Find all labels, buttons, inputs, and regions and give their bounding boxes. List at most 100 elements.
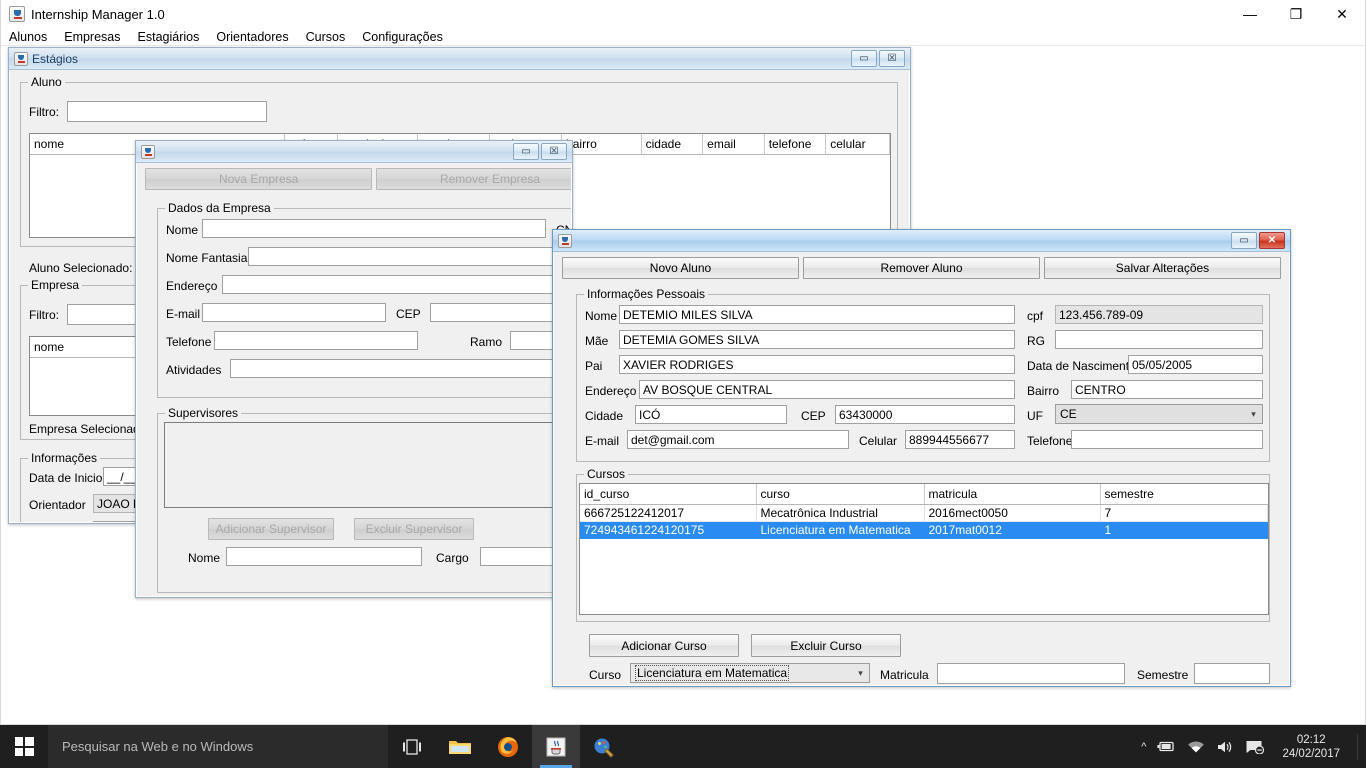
empresa-close-button[interactable]: ☒: [541, 143, 567, 160]
data-inicio-label: Data de Inicio: [29, 471, 103, 485]
empresa-cep-input[interactable]: [430, 303, 571, 322]
empresa-window[interactable]: ▭ ☒ Nova Empresa Remover Empresa Salvar …: [135, 140, 573, 598]
estagios-restore-button[interactable]: ▭: [851, 50, 877, 67]
empresa-nome-fantasia-input[interactable]: [248, 247, 571, 266]
close-button[interactable]: ✕: [1319, 0, 1365, 28]
aluno-bairro-label: Bairro: [1027, 384, 1060, 398]
aluno-nome-input[interactable]: DETEMIO MILES SILVA: [619, 305, 1015, 324]
semestre-input[interactable]: [1194, 663, 1270, 684]
aluno-filtro-input[interactable]: [67, 101, 267, 122]
aluno-celular-input[interactable]: 889944556677: [905, 430, 1015, 449]
firefox-icon[interactable]: [484, 725, 532, 768]
aluno-uf-select[interactable]: CE ▾: [1055, 404, 1263, 424]
aluno-col-bairro[interactable]: bairro: [561, 134, 642, 155]
empresa-atividades-input[interactable]: [230, 359, 571, 378]
aluno-email-input[interactable]: det@gmail.com: [627, 430, 849, 449]
cursos-col-matricula[interactable]: matricula: [924, 484, 1101, 505]
curso-select[interactable]: Licenciatura em Matematica ▾: [630, 663, 870, 683]
paint-icon[interactable]: [580, 725, 628, 768]
wifi-icon[interactable]: [1187, 740, 1205, 754]
task-view-icon[interactable]: [388, 725, 436, 768]
folder-glyph: [449, 740, 471, 754]
start-button[interactable]: [0, 725, 48, 768]
cursos-col-id[interactable]: id_curso: [580, 484, 757, 505]
aluno-col-celular[interactable]: celular: [825, 134, 890, 155]
aluno-uf-label: UF: [1027, 409, 1043, 423]
matricula-input[interactable]: [937, 663, 1125, 684]
aluno-uf-value: CE: [1060, 407, 1077, 421]
show-hidden-icons-chevron[interactable]: ^: [1141, 741, 1146, 753]
menu-item-orientadores[interactable]: Orientadores: [214, 29, 290, 45]
informacoes-group-title: Informações: [28, 451, 101, 465]
remover-empresa-button[interactable]: Remover Empresa: [376, 168, 571, 190]
empresa-telefone-input[interactable]: [214, 331, 418, 350]
minimize-button[interactable]: —: [1227, 0, 1273, 28]
aluno-cep-input[interactable]: 63430000: [835, 405, 1015, 424]
aluno-title-bar[interactable]: ▭ ✕: [553, 230, 1290, 252]
excluir-curso-button[interactable]: Excluir Curso: [751, 634, 901, 657]
aluno-close-button[interactable]: ✕: [1259, 232, 1285, 249]
supervisores-list[interactable]: [164, 422, 571, 508]
battery-icon[interactable]: [1157, 740, 1176, 753]
aluno-telefone-input[interactable]: [1071, 430, 1263, 449]
main-application-window: Internship Manager 1.0 — ❐ ✕ Alunos Empr…: [0, 0, 1366, 725]
estagios-title-bar[interactable]: Estágios ▭ ☒: [9, 48, 910, 70]
remover-aluno-button[interactable]: Remover Aluno: [803, 257, 1040, 279]
aluno-endereco-input[interactable]: AV BOSQUE CENTRAL: [639, 380, 1015, 399]
windows-logo-icon: [14, 737, 34, 756]
menu-item-configuracoes[interactable]: Configurações: [360, 29, 445, 45]
matricula-label: Matricula: [880, 668, 929, 682]
menu-item-empresas[interactable]: Empresas: [62, 29, 122, 45]
nova-empresa-button[interactable]: Nova Empresa: [145, 168, 373, 190]
aluno-col-email[interactable]: email: [702, 134, 765, 155]
aluno-window[interactable]: ▭ ✕ Novo Aluno Remover Aluno Salvar Alte…: [552, 229, 1291, 687]
adicionar-curso-button[interactable]: Adicionar Curso: [589, 634, 739, 657]
cursos-table[interactable]: id_curso curso matricula semestre 666725…: [579, 483, 1269, 615]
supervisor-nome-input[interactable]: [226, 547, 422, 566]
excluir-supervisor-button[interactable]: Excluir Supervisor: [354, 518, 474, 540]
aluno-col-telefone[interactable]: telefone: [764, 134, 827, 155]
window-controls: — ❐ ✕: [1227, 0, 1365, 28]
empresa-ramo-label: Ramo: [470, 335, 503, 349]
system-tray: ^ 02:12 24/02/2017: [1141, 733, 1366, 761]
cursos-table-header-row: id_curso curso matricula semestre: [580, 484, 1268, 505]
empresa-restore-button[interactable]: ▭: [513, 143, 539, 160]
file-explorer-icon[interactable]: [436, 725, 484, 768]
java-app-icon[interactable]: [532, 725, 580, 768]
novo-aluno-button[interactable]: Novo Aluno: [562, 257, 799, 279]
aluno-mae-label: Mãe: [585, 334, 609, 348]
action-center-icon[interactable]: [1245, 739, 1265, 754]
aluno-bairro-input[interactable]: CENTRO: [1071, 380, 1263, 399]
empresa-nome-label: Nome: [166, 223, 199, 237]
aluno-pai-input[interactable]: XAVIER RODRIGES: [619, 355, 1015, 374]
table-row[interactable]: 666725122412017 Mecatrônica Industrial 2…: [580, 504, 1268, 522]
salvar-aluno-button[interactable]: Salvar Alterações: [1044, 257, 1281, 279]
menu-item-estagiarios[interactable]: Estagiários: [136, 29, 202, 45]
empresa-endereco-input[interactable]: [222, 275, 571, 294]
cursos-col-semestre[interactable]: semestre: [1100, 484, 1268, 505]
aluno-nascimento-input[interactable]: 05/05/2005: [1128, 355, 1263, 374]
windows-taskbar: Pesquisar na Web e no Windows ^ 02:12 24…: [0, 725, 1366, 768]
empresa-nome-input[interactable]: [202, 219, 546, 238]
search-input[interactable]: Pesquisar na Web e no Windows: [48, 725, 388, 768]
aluno-col-cidade[interactable]: cidade: [641, 134, 704, 155]
taskbar-clock[interactable]: 02:12 24/02/2017: [1276, 733, 1346, 761]
aluno-cidade-input[interactable]: ICÓ: [635, 405, 787, 424]
maximize-button[interactable]: ❐: [1273, 0, 1319, 28]
aluno-endereco-label: Endereço: [585, 384, 637, 398]
menu-item-cursos[interactable]: Cursos: [304, 29, 348, 45]
table-row[interactable]: 724943461224120175 Licenciatura em Matem…: [580, 521, 1268, 539]
menu-item-alunos[interactable]: Alunos: [7, 29, 49, 45]
empresa-email-input[interactable]: [202, 303, 386, 322]
adicionar-supervisor-button[interactable]: Adicionar Supervisor: [208, 518, 334, 540]
cursos-col-curso[interactable]: curso: [756, 484, 925, 505]
empresa-title-bar[interactable]: ▭ ☒: [136, 141, 572, 163]
aluno-restore-button[interactable]: ▭: [1231, 232, 1257, 249]
empresa-window-controls: ▭ ☒: [513, 143, 569, 160]
volume-icon[interactable]: [1216, 740, 1234, 754]
aluno-cep-label: CEP: [801, 409, 826, 423]
aluno-cpf-input[interactable]: 123.456.789-09: [1055, 305, 1263, 324]
aluno-rg-input[interactable]: [1055, 330, 1263, 349]
estagios-close-button[interactable]: ☒: [879, 50, 905, 67]
aluno-mae-input[interactable]: DETEMIA GOMES SILVA: [619, 330, 1015, 349]
